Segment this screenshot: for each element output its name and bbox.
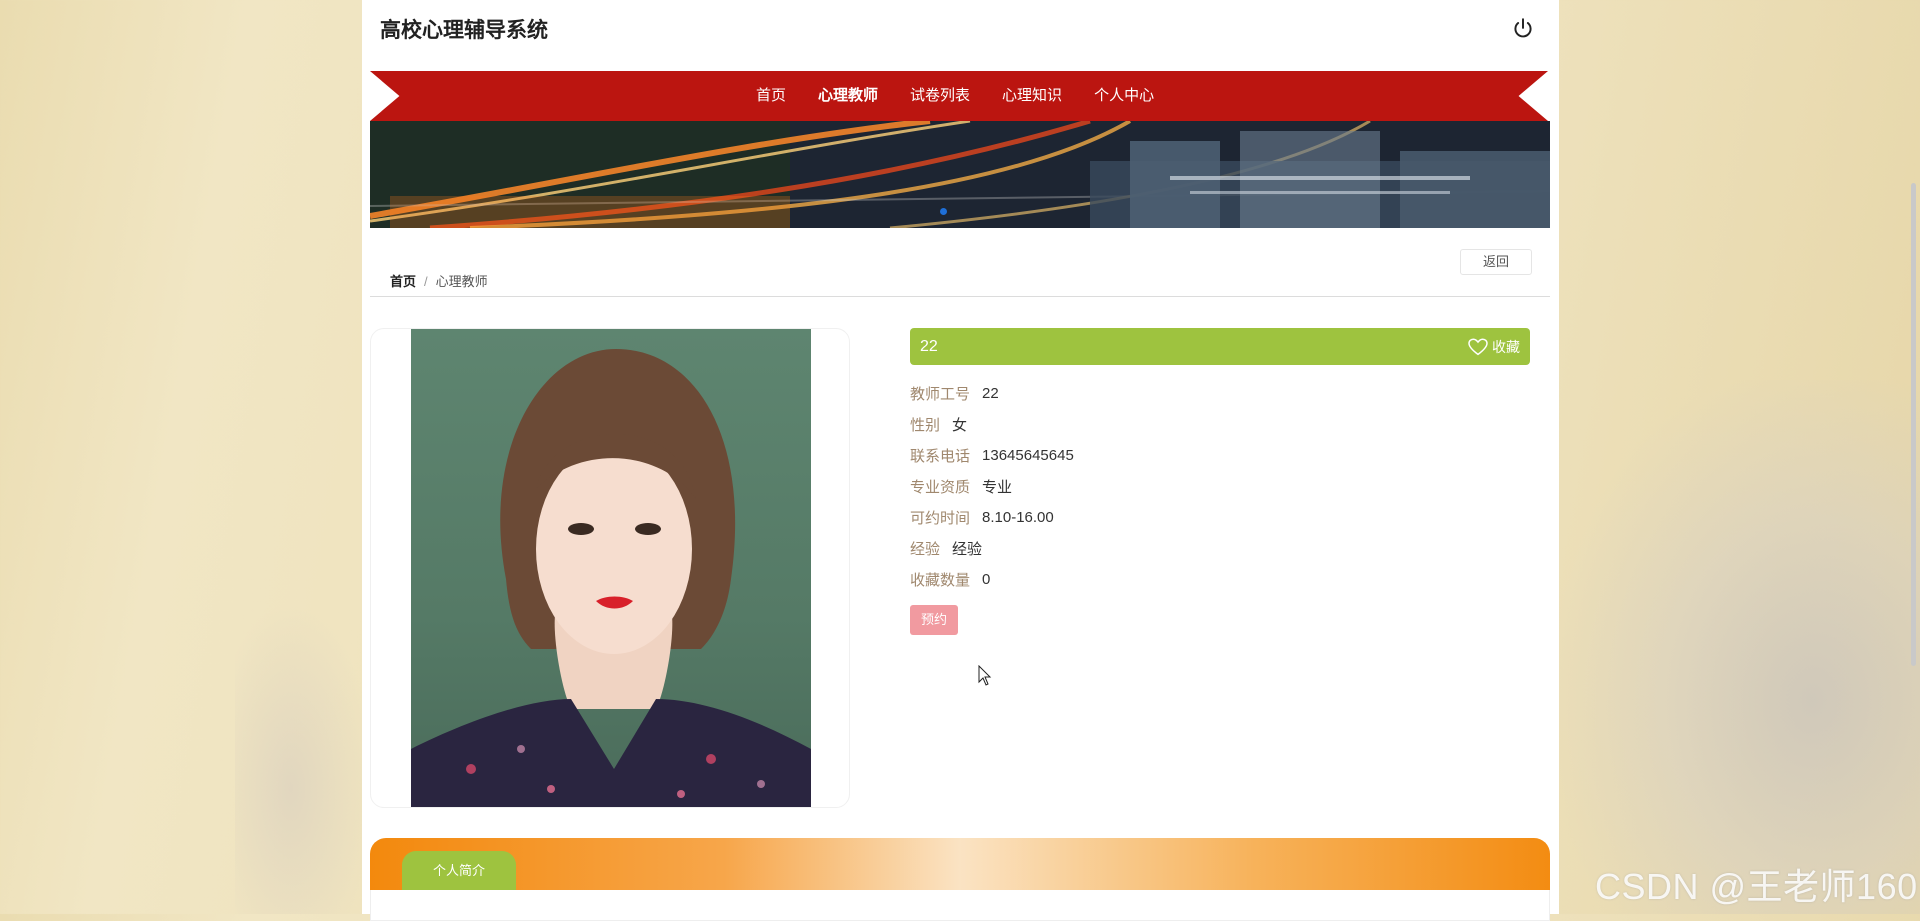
portrait-illustration — [411, 349, 811, 807]
info-value: 8.10-16.00 — [982, 509, 1054, 526]
info-label: 性别 — [910, 417, 941, 434]
info-row-qualification: 专业资质 专业 — [910, 471, 1074, 502]
info-row-available-time: 可约时间 8.10-16.00 — [910, 502, 1074, 533]
nav-item-profile[interactable]: 个人中心 — [1078, 71, 1170, 121]
info-label: 收藏数量 — [910, 572, 971, 589]
intro-section-header — [370, 838, 1550, 890]
mouse-cursor-icon — [978, 665, 992, 686]
heart-icon — [1468, 338, 1488, 356]
book-button[interactable]: 预约 — [910, 605, 958, 635]
info-label: 经验 — [910, 541, 941, 558]
power-icon[interactable] — [1510, 16, 1536, 42]
intro-section-body — [370, 890, 1550, 921]
divider — [370, 296, 1550, 297]
nav-menu: 首页 心理教师 试卷列表 心理知识 个人中心 — [740, 71, 1170, 121]
teacher-photo — [411, 329, 811, 807]
banner-image — [370, 121, 1550, 228]
nav-item-knowledge[interactable]: 心理知识 — [986, 71, 1078, 121]
info-label: 专业资质 — [910, 479, 971, 496]
background-texture-left — [235, 600, 375, 914]
info-label: 可约时间 — [910, 510, 971, 527]
info-label: 联系电话 — [910, 448, 971, 465]
info-value: 0 — [982, 571, 991, 588]
banner-carousel — [370, 121, 1550, 228]
info-row-favorites: 收藏数量 0 — [910, 564, 1074, 595]
breadcrumb: 首页 / 心理教师 — [390, 271, 488, 290]
nav-item-teachers[interactable]: 心理教师 — [802, 71, 894, 121]
info-row-experience: 经验 经验 — [910, 533, 1074, 564]
nav-item-exams[interactable]: 试卷列表 — [894, 71, 986, 121]
breadcrumb-separator: / — [424, 274, 428, 289]
info-value: 女 — [952, 417, 968, 434]
watermark: CSDN @王老师160 — [1595, 866, 1918, 907]
banner-dots — [940, 208, 947, 215]
banner-dot[interactable] — [940, 208, 947, 215]
breadcrumb-current: 心理教师 — [435, 274, 488, 289]
page-scrollbar[interactable] — [1911, 183, 1916, 666]
teacher-name: 22 — [920, 338, 938, 355]
nav-item-home[interactable]: 首页 — [740, 71, 802, 121]
teacher-photo-card — [370, 328, 850, 808]
info-value: 经验 — [952, 541, 983, 558]
info-value: 专业 — [982, 479, 1013, 496]
favorite-label: 收藏 — [1492, 339, 1520, 355]
app-title: 高校心理辅导系统 — [380, 19, 548, 42]
info-label: 教师工号 — [910, 386, 971, 403]
info-value: 22 — [982, 385, 999, 402]
info-row-gender: 性别 女 — [910, 409, 1074, 440]
teacher-info-list: 教师工号 22 性别 女 联系电话 13645645645 专业资质 专业 可约… — [910, 378, 1074, 595]
back-button[interactable]: 返回 — [1460, 249, 1532, 275]
info-value: 13645645645 — [982, 447, 1074, 464]
favorite-button[interactable]: 收藏 — [1468, 337, 1520, 357]
tab-personal-intro[interactable]: 个人简介 — [402, 851, 516, 890]
teacher-title-bar: 22 收藏 — [910, 328, 1530, 365]
breadcrumb-home[interactable]: 首页 — [390, 274, 416, 289]
info-row-phone: 联系电话 13645645645 — [910, 440, 1074, 471]
background-texture — [1560, 380, 1920, 914]
info-row-id: 教师工号 22 — [910, 378, 1074, 409]
